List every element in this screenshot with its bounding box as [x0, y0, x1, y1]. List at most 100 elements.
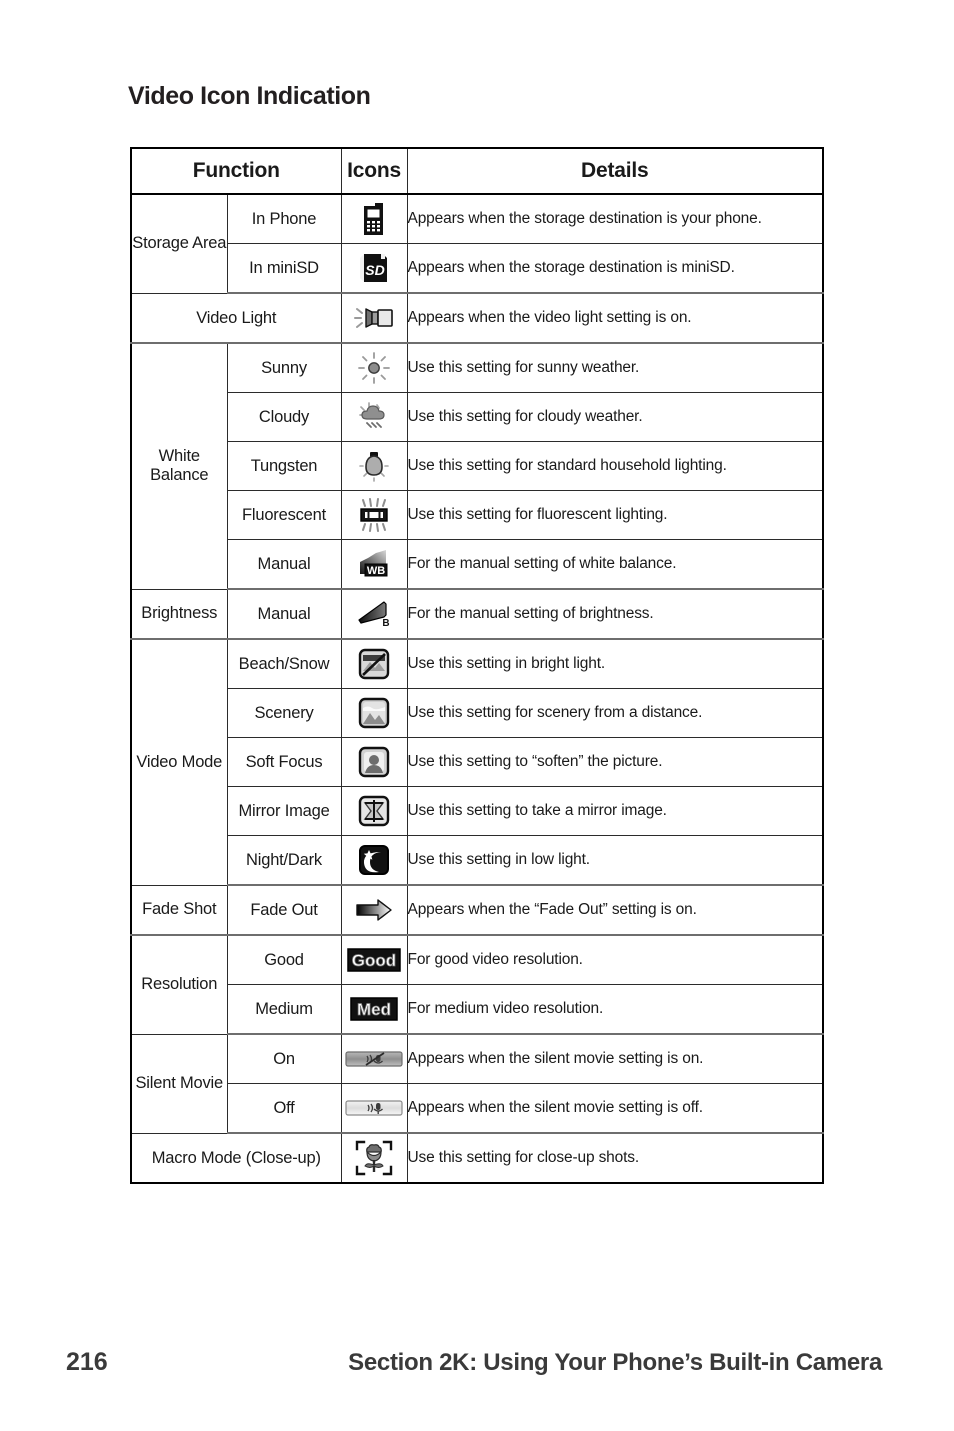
page-title: Video Icon Indication: [128, 82, 371, 110]
sub-in-phone: In Phone: [226, 193, 342, 244]
function-brightness: Brightness: [130, 588, 228, 640]
table-row: Macro Mode (Close-up) Use this setting f…: [130, 1132, 824, 1184]
fluorescent-tube-icon: [356, 498, 392, 532]
icon-cell: [340, 1132, 408, 1184]
macro-flower-icon: [354, 1139, 394, 1177]
table-row: Resolution Good Good For good video reso…: [130, 934, 824, 1035]
footer-section-title: Section 2K: Using Your Phone’s Built-in …: [348, 1349, 882, 1376]
sub-sunny: Sunny: [226, 342, 342, 393]
detail-text: For the manual setting of white balance.: [406, 539, 824, 590]
table-row: Mirror Image Use this setting to take a …: [131, 786, 824, 836]
wb-manual-icon: WB: [356, 548, 392, 580]
sub-beach-snow: Beach/Snow: [226, 638, 342, 689]
icon-cell: [340, 342, 408, 393]
scenery-icon: [357, 696, 391, 730]
function-silent-movie: Silent Movie: [130, 1033, 228, 1134]
soft-focus-icon: [357, 745, 391, 779]
detail-text: Use this setting for close-up shots.: [406, 1132, 824, 1184]
table-row: Fade Shot Fade Out Appears when the “Fad…: [130, 884, 824, 936]
brightness-manual-icon: B: [356, 598, 392, 630]
resolution-med-icon: Med: [350, 996, 398, 1022]
function-fade-shot: Fade Shot: [130, 884, 228, 936]
fade-out-arrow-icon: [354, 897, 394, 923]
night-dark-icon: [357, 843, 391, 877]
sub-cloudy: Cloudy: [226, 392, 342, 442]
sub-night-dark: Night/Dark: [226, 835, 342, 886]
detail-text: Use this setting in bright light.: [406, 638, 824, 689]
icon-cell: [340, 292, 408, 344]
minisd-card-icon: SD: [358, 252, 390, 284]
table-row: White Balance Sunny Use this setting for…: [130, 342, 824, 590]
function-video-mode: Video Mode: [130, 638, 228, 886]
sub-mirror-image: Mirror Image: [226, 786, 342, 836]
sub-off: Off: [226, 1083, 342, 1134]
svg-text:B: B: [382, 618, 389, 629]
icon-cell: [340, 1033, 408, 1084]
mic-on-icon: [345, 1099, 403, 1117]
cloud-sun-icon: [357, 401, 391, 433]
svg-text:WB: WB: [367, 565, 385, 577]
detail-text: Appears when the “Fade Out” setting is o…: [406, 884, 824, 936]
table-row: Off Appears when the silent movie settin…: [131, 1083, 824, 1134]
sub-soft-focus: Soft Focus: [226, 737, 342, 787]
icon-cell: Med: [340, 984, 408, 1035]
icon-cell: [340, 638, 408, 689]
icon-cell: [340, 392, 408, 442]
icon-cell: [340, 688, 408, 738]
table-header-row: Function Icons Details: [130, 147, 824, 195]
detail-text: Use this setting to take a mirror image.: [406, 786, 824, 836]
detail-text: For medium video resolution.: [406, 984, 824, 1035]
function-resolution: Resolution: [130, 934, 228, 1035]
icon-cell: [340, 737, 408, 787]
detail-text: Appears when the storage destination is …: [406, 193, 824, 244]
icon-cell: WB: [340, 539, 408, 590]
function-storage-area: Storage Area: [130, 193, 228, 294]
detail-text: Use this setting for scenery from a dist…: [406, 688, 824, 738]
table-row: Video Light Appears when the video light…: [130, 292, 824, 344]
table-row: Storage Area In Phone Appears when the s…: [130, 193, 824, 294]
icon-cell: [340, 835, 408, 886]
table-row: Cloudy Use this setting for cloudy weath…: [131, 392, 824, 442]
detail-text: Use this setting in low light.: [406, 835, 824, 886]
table-row: Night/Dark Use this setting in low light…: [131, 835, 824, 886]
icon-cell: Good: [340, 934, 408, 985]
table-row: Video Mode Beach/Snow Use this setting i…: [130, 638, 824, 886]
video-icon-indication-table: Function Icons Details Storage Area In P…: [130, 147, 825, 1184]
detail-text: Use this setting for sunny weather.: [406, 342, 824, 393]
resolution-good-label: Good: [352, 951, 396, 970]
detail-text: Use this setting for fluorescent lightin…: [406, 490, 824, 540]
sub-medium: Medium: [226, 984, 342, 1035]
icon-cell: [340, 884, 408, 936]
flashlight-icon: [352, 303, 396, 333]
sub-in-minisd: In miniSD: [226, 243, 342, 294]
table-row: Medium Med For medium video resolution.: [131, 984, 824, 1035]
sub-scenery: Scenery: [226, 688, 342, 738]
table-row: Brightness Manual B For the manual setti…: [130, 588, 824, 640]
sub-fluorescent: Fluorescent: [226, 490, 342, 540]
mirror-image-icon: [357, 794, 391, 828]
table-row: Scenery Use this setting for scenery fro…: [131, 688, 824, 738]
phone-icon: [361, 202, 387, 236]
sub-fade-out: Fade Out: [226, 884, 342, 936]
resolution-good-icon: Good: [347, 947, 401, 973]
sun-icon: [357, 351, 391, 385]
detail-text: Appears when the silent movie setting is…: [406, 1083, 824, 1134]
detail-text: Appears when the storage destination is …: [406, 243, 824, 294]
sub-on: On: [226, 1033, 342, 1084]
detail-text: Use this setting for standard household …: [406, 441, 824, 491]
detail-text: For good video resolution.: [406, 934, 824, 985]
table-row: Soft Focus Use this setting to “soften” …: [131, 737, 824, 787]
header-function: Function: [130, 147, 342, 195]
icon-cell: [340, 786, 408, 836]
table-row: Manual WB For the manual setting of whit…: [131, 539, 824, 590]
icon-cell: [340, 441, 408, 491]
sub-wb-manual: Manual: [226, 539, 342, 590]
table-row: Fluorescent Use this setting for fluores…: [131, 490, 824, 540]
table-row: Tungsten Use this setting for standard h…: [131, 441, 824, 491]
icon-cell: SD: [340, 243, 408, 294]
detail-text: For the manual setting of brightness.: [406, 588, 824, 640]
icon-cell: [340, 193, 408, 244]
function-macro-mode: Macro Mode (Close-up): [130, 1132, 342, 1184]
detail-text: Appears when the video light setting is …: [406, 292, 824, 344]
header-icons: Icons: [340, 147, 408, 195]
